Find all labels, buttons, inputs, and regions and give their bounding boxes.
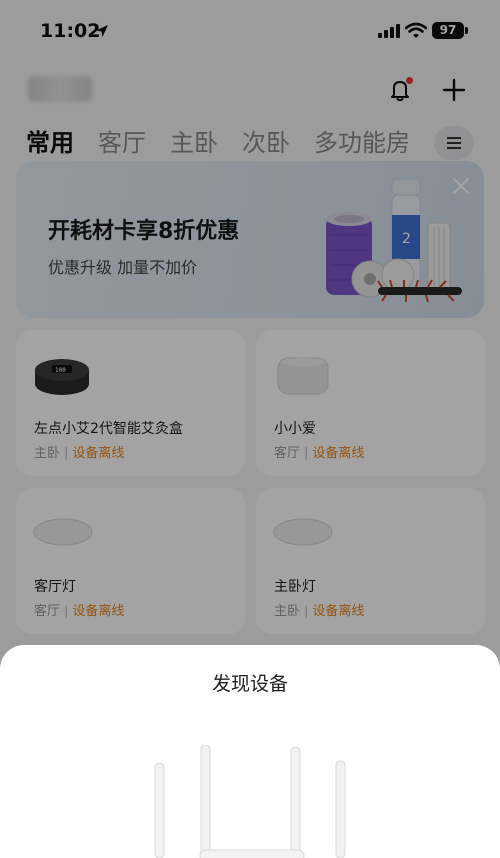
app-screen: 11:02 97 常用 客厅 主卧 次卧 多功能房 开耗材卡享8折优惠 优惠升级… bbox=[0, 0, 500, 858]
discover-device-sheet: 发现设备 bbox=[0, 645, 500, 858]
sheet-title: 发现设备 bbox=[211, 673, 288, 695]
router-icon bbox=[154, 745, 346, 858]
